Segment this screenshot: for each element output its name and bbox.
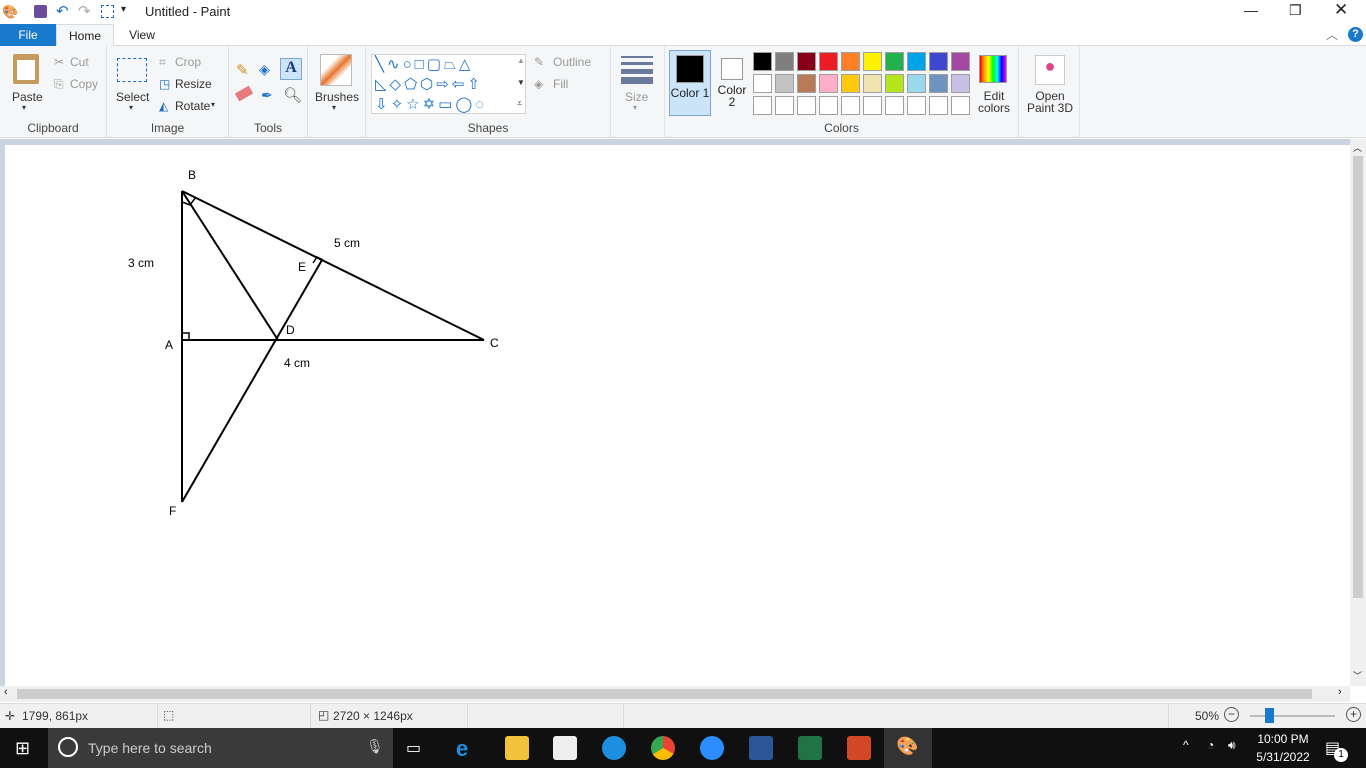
- show-hidden-icons[interactable]: ^: [1183, 738, 1189, 752]
- selection-size-icon: ⬚: [163, 708, 175, 722]
- file-explorer-icon[interactable]: [505, 736, 529, 760]
- label-bc-length: 5 cm: [334, 236, 360, 250]
- cursor-position: 1799, 861px: [22, 709, 89, 723]
- word-icon[interactable]: [749, 736, 773, 760]
- line-bc: [181, 190, 485, 341]
- zoom-app-icon[interactable]: [700, 736, 724, 760]
- label-d: D: [286, 323, 295, 337]
- task-view-icon[interactable]: ▭: [406, 738, 421, 758]
- status-bar: ✛ 1799, 861px ⬚ ◰ 2720 × 1246px 50% − +: [0, 703, 1366, 728]
- notification-count: 1: [1334, 748, 1348, 762]
- taskbar: ⊞ Type here to search 🎙︎ ▭ e 🎨 ^ ◔ 🔊︎ 10…: [0, 728, 1366, 768]
- scroll-left-icon[interactable]: ‹: [4, 686, 8, 698]
- label-ac-length: 4 cm: [284, 356, 310, 370]
- zalo-icon[interactable]: [602, 736, 626, 760]
- horizontal-scrollbar[interactable]: ‹ ›: [0, 686, 1350, 702]
- label-b: B: [188, 168, 196, 182]
- zoom-level: 50%: [1195, 709, 1220, 723]
- line-fe: [181, 259, 323, 503]
- geometry-drawing: B A C D E F 3 cm 5 cm 4 cm: [128, 168, 499, 518]
- label-a: A: [165, 338, 173, 352]
- wifi-icon[interactable]: ◔: [1207, 738, 1214, 752]
- line-bd: [181, 190, 279, 341]
- excel-icon[interactable]: [798, 736, 822, 760]
- label-e: E: [298, 260, 306, 274]
- vertical-scroll-thumb[interactable]: [1353, 156, 1363, 598]
- clock-time[interactable]: 10:00 PM: [1253, 732, 1313, 746]
- windows-start-icon[interactable]: ⊞: [15, 738, 30, 759]
- cortana-icon: [58, 737, 78, 757]
- scroll-up-icon[interactable]: ︿: [1353, 141, 1362, 154]
- right-angle-a: [182, 332, 190, 340]
- vertical-scrollbar[interactable]: ︿ ﹀: [1350, 139, 1366, 686]
- canvas-size-icon: ◰: [318, 708, 330, 722]
- microphone-icon[interactable]: 🎙︎: [366, 738, 384, 755]
- label-f: F: [169, 504, 176, 518]
- cursor-position-icon: ✛: [5, 709, 16, 723]
- label-ab-length: 3 cm: [128, 256, 154, 270]
- horizontal-scroll-thumb[interactable]: [17, 689, 1312, 699]
- zoom-slider-thumb[interactable]: [1265, 708, 1274, 723]
- zoom-slider[interactable]: [1250, 715, 1335, 717]
- zoom-out-button[interactable]: −: [1224, 707, 1239, 722]
- volume-icon[interactable]: 🔊︎: [1228, 738, 1236, 753]
- clock-date[interactable]: 5/31/2022: [1253, 750, 1313, 764]
- chrome-icon[interactable]: [651, 736, 675, 760]
- canvas-size: 2720 × 1246px: [333, 709, 413, 723]
- paint-taskbar-button[interactable]: 🎨: [884, 728, 932, 768]
- store-icon[interactable]: [553, 736, 577, 760]
- search-placeholder: Type here to search: [88, 740, 212, 756]
- zoom-in-button[interactable]: +: [1346, 707, 1361, 722]
- search-box[interactable]: Type here to search 🎙︎: [48, 728, 393, 768]
- edge-icon[interactable]: e: [456, 736, 480, 761]
- scroll-right-icon[interactable]: ›: [1338, 686, 1342, 698]
- powerpoint-icon[interactable]: [847, 736, 871, 760]
- label-c: C: [490, 336, 499, 350]
- scroll-down-icon[interactable]: ﹀: [1353, 669, 1362, 682]
